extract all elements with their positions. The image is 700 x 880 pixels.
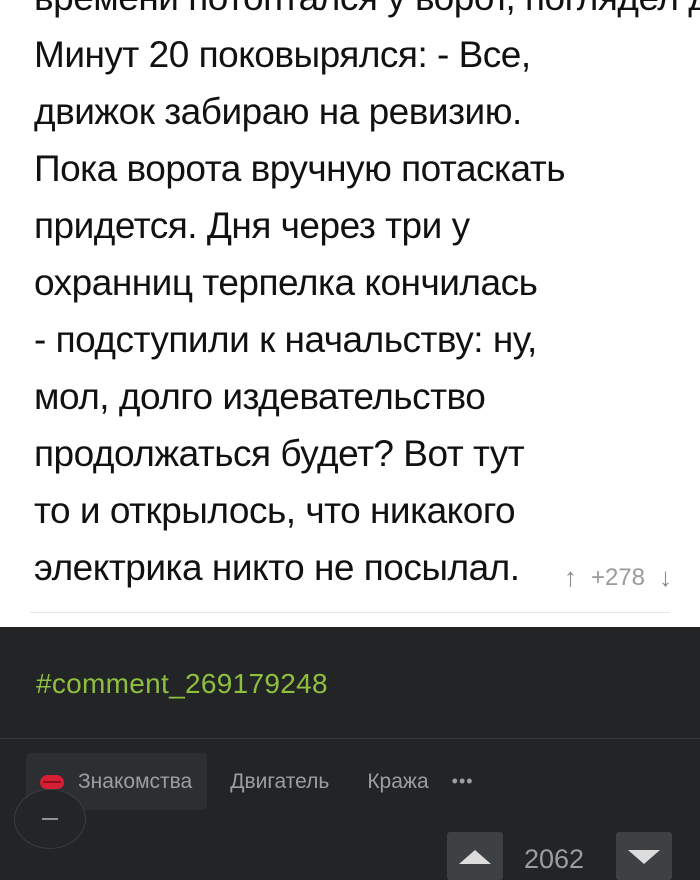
comment-link[interactable]: #comment_269179248	[36, 668, 328, 700]
rate-up-button[interactable]	[447, 832, 503, 880]
tag-label: Кража	[367, 770, 429, 793]
post-content-area: времени потоптался у ворот, поглядел дре…	[0, 0, 700, 627]
post-text-line: - подступили к начальству: ну,	[34, 319, 537, 360]
post-text-line: Пока ворота вручную потаскать	[34, 148, 566, 189]
tag-list: Знакомства Двигатель Кража •••	[26, 753, 474, 810]
triangle-down-icon	[628, 850, 660, 864]
arrow-down-icon[interactable]: ↓	[659, 562, 672, 593]
post-text: времени потоптался у ворот, поглядел дре…	[34, 0, 700, 596]
post-text-line: времени потоптался у ворот, поглядел дре…	[34, 0, 700, 26]
post-text-line: мол, долго издевательство	[34, 376, 486, 417]
post-text-line: Минут 20 поковырялся: - Все,	[34, 34, 531, 75]
lips-icon	[40, 774, 64, 789]
tag-krazha[interactable]: Кража	[352, 753, 443, 810]
rate-down-button[interactable]	[616, 832, 672, 880]
collapse-button[interactable]	[14, 789, 86, 849]
divider	[0, 738, 700, 739]
vote-count: +278	[590, 563, 645, 591]
tag-dvigatel[interactable]: Двигатель	[215, 753, 344, 810]
tag-label: Знакомства	[78, 770, 193, 793]
post-text-line: движок забираю на ревизию.	[34, 91, 522, 132]
more-tags-button[interactable]: •••	[452, 771, 474, 792]
post-text-line: охранниц терпелка кончилась	[34, 262, 538, 303]
post-text-line: то и открылось, что никакого	[34, 490, 516, 531]
rating-count: 2062	[524, 844, 585, 874]
post-votes: ↑ +278 ↓	[564, 562, 672, 593]
post-text-line: придется. Дня через три у	[34, 205, 470, 246]
arrow-up-icon[interactable]: ↑	[564, 562, 577, 593]
tag-label: Двигатель	[230, 770, 330, 793]
post-text-line: продолжаться будет? Вот тут	[34, 433, 525, 474]
triangle-up-icon	[459, 850, 491, 864]
divider	[30, 612, 670, 613]
